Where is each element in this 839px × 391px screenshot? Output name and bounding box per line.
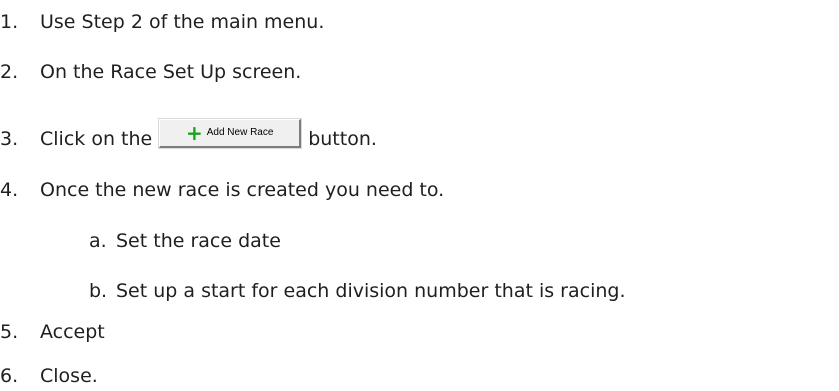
step-4a: a. Set the race date xyxy=(89,226,281,256)
instructions-document: 1. Use Step 2 of the main menu. 2. On th… xyxy=(0,0,839,391)
step-number: 6. xyxy=(0,365,19,387)
step-number: 4. xyxy=(0,179,19,201)
step-text: Close. xyxy=(40,365,98,387)
step-4b: b. Set up a start for each division numb… xyxy=(89,276,625,306)
substep-text: Set the race date xyxy=(116,230,281,252)
step-number: 2. xyxy=(0,61,19,83)
add-new-race-label: Add New Race xyxy=(206,127,274,138)
substep-text: Set up a start for each division number … xyxy=(116,280,626,302)
step-number: 3. xyxy=(0,128,19,150)
step-6: 6. Close. xyxy=(0,361,98,391)
step-number: 1. xyxy=(0,11,19,33)
step-text: On the Race Set Up screen. xyxy=(40,61,302,83)
step-number: 5. xyxy=(0,321,19,343)
plus-icon: + xyxy=(185,120,203,145)
step-text-after: button. xyxy=(308,128,377,150)
step-text-before: Click on the xyxy=(40,128,153,150)
step-text: Once the new race is created you need to… xyxy=(40,179,445,201)
step-4: 4. Once the new race is created you need… xyxy=(0,175,444,205)
step-2: 2. On the Race Set Up screen. xyxy=(0,57,301,87)
step-5: 5. Accept xyxy=(0,317,105,347)
step-3: 3. Click on the + Add New Race button. xyxy=(0,115,377,163)
substep-letter: b. xyxy=(89,280,108,302)
step-text: Use Step 2 of the main menu. xyxy=(40,11,325,33)
step-text: Accept xyxy=(40,321,105,343)
add-new-race-button: + Add New Race xyxy=(159,118,302,148)
substep-letter: a. xyxy=(89,230,107,252)
step-1: 1. Use Step 2 of the main menu. xyxy=(0,7,324,37)
